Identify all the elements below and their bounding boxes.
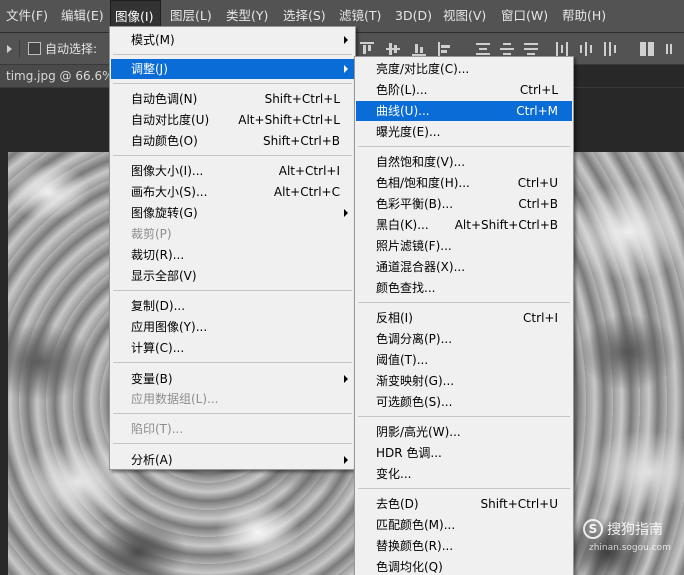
auto-select-label: 自动选择: bbox=[45, 42, 98, 56]
adjust-color-lookup[interactable]: 颜色查找... bbox=[356, 278, 572, 298]
menu-window[interactable]: 窗口(W) bbox=[497, 0, 552, 32]
menu-divider bbox=[358, 146, 570, 147]
adjust-invert[interactable]: 反相(I) Ctrl+I bbox=[356, 308, 572, 328]
menu-divider bbox=[358, 416, 570, 417]
adjust-gradient-map[interactable]: 渐变映射(G)... bbox=[356, 371, 572, 391]
menu-divider bbox=[113, 362, 352, 363]
align-bottom-icon[interactable] bbox=[412, 42, 426, 56]
submenu-arrow-icon bbox=[344, 36, 348, 44]
image-menu-image-rotation[interactable]: 图像旋转(G) bbox=[111, 203, 354, 223]
image-menu-apply-data-set[interactable]: 应用数据组(L)... bbox=[111, 389, 354, 409]
adjust-equalize[interactable]: 色调均化(Q) bbox=[356, 557, 572, 575]
distribute-left-icon[interactable] bbox=[555, 42, 569, 56]
adjustments-submenu: 亮度/对比度(C)... 色阶(L)... Ctrl+L 曲线(U)... Ctrl… bbox=[354, 56, 574, 575]
distribute-vertical-center-icon[interactable] bbox=[500, 42, 514, 56]
image-menu-auto-color[interactable]: 自动颜色(O) Shift+Ctrl+B bbox=[111, 131, 354, 151]
menu-divider bbox=[113, 155, 352, 156]
image-menu-auto-contrast[interactable]: 自动对比度(U) Alt+Shift+Ctrl+L bbox=[111, 110, 354, 130]
adjust-hue-saturation[interactable]: 色相/饱和度(H)... Ctrl+U bbox=[356, 173, 572, 193]
watermark-url: zhinan.sogou.com bbox=[589, 543, 671, 553]
image-menu-image-size[interactable]: 图像大小(I)... Alt+Ctrl+I bbox=[111, 161, 354, 181]
image-menu-mode[interactable]: 模式(M) bbox=[111, 30, 354, 50]
submenu-arrow-icon bbox=[344, 65, 348, 73]
align-left-icon[interactable] bbox=[438, 42, 452, 56]
document-tab[interactable]: timg.jpg @ 66.6% bbox=[0, 65, 120, 87]
adjust-exposure[interactable]: 曝光度(E)... bbox=[356, 122, 572, 142]
menu-divider bbox=[113, 443, 352, 444]
menu-divider bbox=[358, 302, 570, 303]
adjust-hdr-toning[interactable]: HDR 色调... bbox=[356, 443, 572, 463]
adjust-black-white[interactable]: 黑白(K)... Alt+Shift+Ctrl+B bbox=[356, 215, 572, 235]
image-menu-duplicate[interactable]: 复制(D)... bbox=[111, 296, 354, 316]
menu-divider bbox=[113, 54, 352, 55]
image-menu-analysis[interactable]: 分析(A) bbox=[111, 450, 354, 470]
adjust-vibrance[interactable]: 自然饱和度(V)... bbox=[356, 152, 572, 172]
distribute-horizontal-center-icon[interactable] bbox=[579, 42, 593, 56]
adjust-variations[interactable]: 变化... bbox=[356, 464, 572, 484]
image-menu-variables[interactable]: 变量(B) bbox=[111, 369, 354, 389]
image-menu-trim[interactable]: 裁切(R)... bbox=[111, 245, 354, 265]
adjust-curves[interactable]: 曲线(U)... Ctrl+M bbox=[356, 101, 572, 121]
adjust-levels[interactable]: 色阶(L)... Ctrl+L bbox=[356, 80, 572, 100]
menu-edit[interactable]: 编辑(E) bbox=[57, 0, 108, 32]
image-menu-canvas-size[interactable]: 画布大小(S)... Alt+Ctrl+C bbox=[111, 182, 354, 202]
sogou-logo-icon: S bbox=[583, 519, 603, 539]
adjust-selective-color[interactable]: 可选颜色(S)... bbox=[356, 392, 572, 412]
adjust-desaturate[interactable]: 去色(D) Shift+Ctrl+U bbox=[356, 494, 572, 514]
menu-divider bbox=[113, 290, 352, 291]
adjust-channel-mixer[interactable]: 通道混合器(X)... bbox=[356, 257, 572, 277]
tool-preset-arrow-icon[interactable] bbox=[7, 45, 12, 53]
distribute-top-icon[interactable] bbox=[476, 42, 490, 56]
menu-divider bbox=[358, 488, 570, 489]
image-menu-auto-tone[interactable]: 自动色调(N) Shift+Ctrl+L bbox=[111, 89, 354, 109]
menu-file[interactable]: 文件(F) bbox=[2, 0, 52, 32]
image-menu-crop[interactable]: 裁剪(P) bbox=[111, 224, 354, 244]
image-menu-adjust[interactable]: 调整(J) bbox=[111, 59, 354, 79]
image-menu: 模式(M) 调整(J) 自动色调(N) Shift+Ctrl+L 自动对比度(U)… bbox=[109, 26, 356, 470]
3d-mode-icon[interactable] bbox=[666, 42, 680, 56]
sogou-watermark: S 搜狗指南 zhinan.sogou.com bbox=[583, 517, 683, 563]
image-menu-reveal-all[interactable]: 显示全部(V) bbox=[111, 266, 354, 286]
submenu-arrow-icon bbox=[344, 209, 348, 217]
adjust-match-color[interactable]: 匹配颜色(M)... bbox=[356, 515, 572, 535]
image-menu-apply-image[interactable]: 应用图像(Y)... bbox=[111, 317, 354, 337]
adjust-replace-color[interactable]: 替换颜色(R)... bbox=[356, 536, 572, 556]
adjust-color-balance[interactable]: 色彩平衡(B)... Ctrl+B bbox=[356, 194, 572, 214]
distribute-bottom-icon[interactable] bbox=[524, 42, 538, 56]
image-menu-calculations[interactable]: 计算(C)... bbox=[111, 338, 354, 358]
align-vertical-center-icon[interactable] bbox=[386, 42, 400, 56]
distribute-right-icon[interactable] bbox=[603, 42, 617, 56]
options-divider bbox=[19, 40, 20, 58]
adjust-threshold[interactable]: 阈值(T)... bbox=[356, 350, 572, 370]
photoshop-window: 文件(F) 编辑(E) 图像(I) 图层(L) 类型(Y) 选择(S) 滤镜(T… bbox=[0, 0, 684, 575]
adjust-posterize[interactable]: 色调分离(P)... bbox=[356, 329, 572, 349]
auto-select-checkbox[interactable] bbox=[28, 42, 41, 55]
adjust-brightness-contrast[interactable]: 亮度/对比度(C)... bbox=[356, 59, 572, 79]
adjust-shadows-highlights[interactable]: 阴影/高光(W)... bbox=[356, 422, 572, 442]
watermark-text: 搜狗指南 bbox=[607, 522, 663, 538]
menu-help[interactable]: 帮助(H) bbox=[558, 0, 610, 32]
submenu-arrow-icon bbox=[344, 375, 348, 383]
align-top-icon[interactable] bbox=[360, 42, 374, 56]
adjust-photo-filter[interactable]: 照片滤镜(F)... bbox=[356, 236, 572, 256]
auto-align-layers-icon[interactable] bbox=[640, 42, 654, 56]
menu-3d[interactable]: 3D(D) bbox=[391, 0, 436, 32]
menu-divider bbox=[113, 83, 352, 84]
image-menu-trap[interactable]: 陷印(T)... bbox=[111, 419, 354, 439]
menu-view[interactable]: 视图(V) bbox=[439, 0, 490, 32]
menu-divider bbox=[113, 413, 352, 414]
submenu-arrow-icon bbox=[344, 456, 348, 464]
